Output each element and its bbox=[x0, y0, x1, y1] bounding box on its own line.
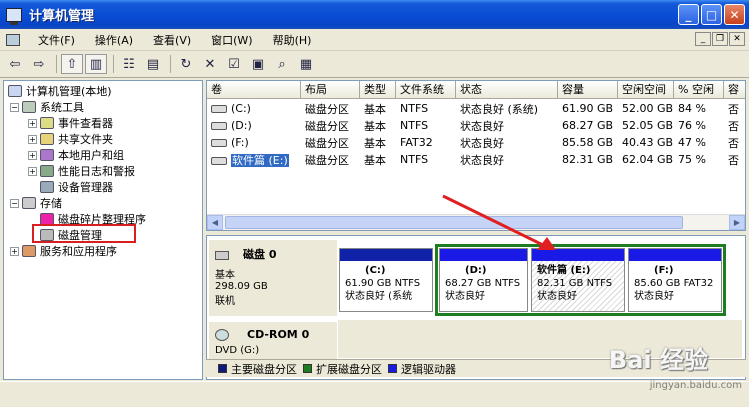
tree-item-shared-folders[interactable]: + 共享文件夹 bbox=[28, 131, 113, 147]
back-arrow-icon[interactable]: ⇦ bbox=[4, 54, 26, 74]
menu-bar: 文件(F) 操作(A) 查看(V) 窗口(W) 帮助(H) _ ❐ ✕ bbox=[0, 29, 749, 51]
cdrom-0-info[interactable]: CD-ROM 0 DVD (G:) bbox=[209, 322, 337, 360]
partition-c[interactable]: (C:) 61.90 GB NTFS 状态良好 (系统 bbox=[339, 248, 433, 312]
services-icon bbox=[22, 245, 36, 257]
expand-toggle[interactable]: + bbox=[28, 134, 37, 144]
column-volume[interactable]: 卷 bbox=[207, 81, 301, 99]
column-percent-free[interactable]: % 空闲 bbox=[674, 81, 724, 99]
column-status[interactable]: 状态 bbox=[456, 81, 558, 99]
forward-arrow-icon[interactable]: ⇨ bbox=[28, 54, 50, 74]
child-window-controls: _ ❐ ✕ bbox=[695, 32, 745, 46]
tree-item-root[interactable]: 计算机管理(本地) bbox=[8, 83, 112, 99]
storage-icon bbox=[22, 197, 36, 209]
properties-icon[interactable]: ☷ bbox=[118, 54, 140, 74]
collapse-toggle[interactable]: − bbox=[10, 198, 19, 208]
hard-disk-icon bbox=[215, 250, 229, 260]
delete-icon[interactable]: ✕ bbox=[199, 54, 221, 74]
scrollbar-thumb[interactable] bbox=[225, 216, 683, 229]
up-folder-icon[interactable]: ⇧ bbox=[61, 54, 83, 74]
tree-item-services[interactable]: + 服务和应用程序 bbox=[10, 243, 117, 259]
refresh-icon[interactable]: ↻ bbox=[175, 54, 197, 74]
expand-toggle[interactable]: + bbox=[10, 246, 19, 256]
tree-item-system-tools[interactable]: − 系统工具 bbox=[10, 99, 84, 115]
disk-props-icon[interactable]: ▦ bbox=[295, 54, 317, 74]
help-icon[interactable]: ▤ bbox=[142, 54, 164, 74]
menu-help[interactable]: 帮助(H) bbox=[263, 32, 322, 48]
window-controls: _ □ ✕ bbox=[678, 4, 745, 25]
volume-icon bbox=[211, 156, 227, 165]
menu-action[interactable]: 操作(A) bbox=[85, 32, 143, 48]
maximize-button[interactable]: □ bbox=[701, 4, 722, 25]
minimize-button[interactable]: _ bbox=[678, 4, 699, 25]
event-viewer-icon bbox=[40, 117, 54, 129]
disk-management-highlight bbox=[32, 224, 136, 243]
disk-0-info[interactable]: 磁盘 0 基本 298.09 GB 联机 bbox=[209, 240, 337, 316]
column-capacity[interactable]: 容量 bbox=[558, 81, 618, 99]
extended-partition-border bbox=[435, 244, 726, 316]
toolbar-separator bbox=[113, 55, 114, 73]
system-tools-icon bbox=[22, 101, 36, 113]
logical-drive-swatch bbox=[388, 364, 397, 373]
tree-item-local-users[interactable]: + 本地用户和组 bbox=[28, 147, 124, 163]
console-tree: 计算机管理(本地) − 系统工具 + 事件查看器 + 共享文件夹 + 本地用户和… bbox=[3, 80, 203, 380]
menu-view[interactable]: 查看(V) bbox=[143, 32, 201, 48]
baidu-logo: Bai 经验 bbox=[608, 346, 708, 374]
toolbar-separator bbox=[56, 55, 57, 73]
cdrom-icon bbox=[215, 329, 229, 341]
window-title: 计算机管理 bbox=[29, 9, 95, 24]
menu-window[interactable]: 窗口(W) bbox=[201, 32, 262, 48]
table-row-selected[interactable]: 软件篇 (E:) 磁盘分区 基本 NTFS 状态良好 82.31 GB 62.0… bbox=[207, 151, 745, 168]
menu-file[interactable]: 文件(F) bbox=[28, 32, 85, 48]
shared-folder-icon bbox=[40, 133, 54, 145]
tree-item-perf-logs[interactable]: + 性能日志和警报 bbox=[28, 163, 135, 179]
performance-icon bbox=[40, 165, 54, 177]
child-close-button[interactable]: ✕ bbox=[729, 32, 745, 46]
scroll-left-icon[interactable]: ◀ bbox=[207, 215, 223, 230]
volume-icon bbox=[211, 139, 227, 147]
volume-list-header: 卷 布局 类型 文件系统 状态 容量 空闲空间 % 空闲 容 bbox=[207, 81, 745, 99]
tree-item-event-viewer[interactable]: + 事件查看器 bbox=[28, 115, 113, 131]
console-icon[interactable] bbox=[6, 33, 20, 46]
column-fault-tolerance[interactable]: 容 bbox=[724, 81, 745, 99]
search-icon[interactable]: ⌕ bbox=[271, 54, 293, 74]
horizontal-scrollbar[interactable]: ◀ ▶ bbox=[207, 214, 745, 230]
computer-management-icon bbox=[6, 7, 22, 25]
users-icon bbox=[40, 149, 54, 161]
computer-icon bbox=[8, 85, 22, 97]
close-button[interactable]: ✕ bbox=[724, 4, 745, 25]
baidu-jingyan-watermark: Bai 经验 jingyan.baidu.com bbox=[608, 340, 748, 400]
legend-primary: 主要磁盘分区 bbox=[231, 362, 297, 376]
expand-toggle[interactable]: + bbox=[28, 118, 37, 128]
extended-partition-swatch bbox=[303, 364, 312, 373]
child-minimize-button[interactable]: _ bbox=[695, 32, 711, 46]
title-bar: 计算机管理 _ □ ✕ bbox=[0, 0, 749, 29]
volume-icon bbox=[211, 105, 227, 113]
volume-list: 卷 布局 类型 文件系统 状态 容量 空闲空间 % 空闲 容 (C:) 磁盘分区… bbox=[206, 80, 746, 231]
show-tree-icon[interactable]: ▥ bbox=[85, 54, 107, 74]
toolbar: ⇦ ⇨ ⇧ ▥ ☷ ▤ ↻ ✕ ☑ ▣ ⌕ ▦ bbox=[0, 51, 749, 78]
child-restore-button[interactable]: ❐ bbox=[712, 32, 728, 46]
column-free-space[interactable]: 空闲空间 bbox=[618, 81, 674, 99]
primary-partition-swatch bbox=[218, 364, 227, 373]
column-layout[interactable]: 布局 bbox=[301, 81, 360, 99]
toolbar-separator bbox=[170, 55, 171, 73]
device-manager-icon bbox=[40, 181, 54, 193]
tree-item-storage[interactable]: − 存储 bbox=[10, 195, 62, 211]
expand-toggle[interactable]: + bbox=[28, 166, 37, 176]
legend-logical: 逻辑驱动器 bbox=[401, 362, 456, 376]
watermark-url: jingyan.baidu.com bbox=[649, 380, 742, 391]
expand-toggle[interactable]: + bbox=[28, 150, 37, 160]
table-row[interactable]: (C:) 磁盘分区 基本 NTFS 状态良好 (系统) 61.90 GB 52.… bbox=[207, 100, 745, 117]
collapse-toggle[interactable]: − bbox=[10, 102, 19, 112]
check-icon[interactable]: ☑ bbox=[223, 54, 245, 74]
table-row[interactable]: (D:) 磁盘分区 基本 NTFS 状态良好 68.27 GB 52.05 GB… bbox=[207, 117, 745, 134]
volume-icon bbox=[211, 122, 227, 130]
column-type[interactable]: 类型 bbox=[360, 81, 396, 99]
legend-extended: 扩展磁盘分区 bbox=[316, 362, 382, 376]
tree-item-device-manager[interactable]: 设备管理器 bbox=[40, 179, 113, 195]
scroll-right-icon[interactable]: ▶ bbox=[729, 215, 745, 230]
column-filesystem[interactable]: 文件系统 bbox=[396, 81, 456, 99]
paste-icon[interactable]: ▣ bbox=[247, 54, 269, 74]
table-row[interactable]: (F:) 磁盘分区 基本 FAT32 状态良好 85.58 GB 40.43 G… bbox=[207, 134, 745, 151]
